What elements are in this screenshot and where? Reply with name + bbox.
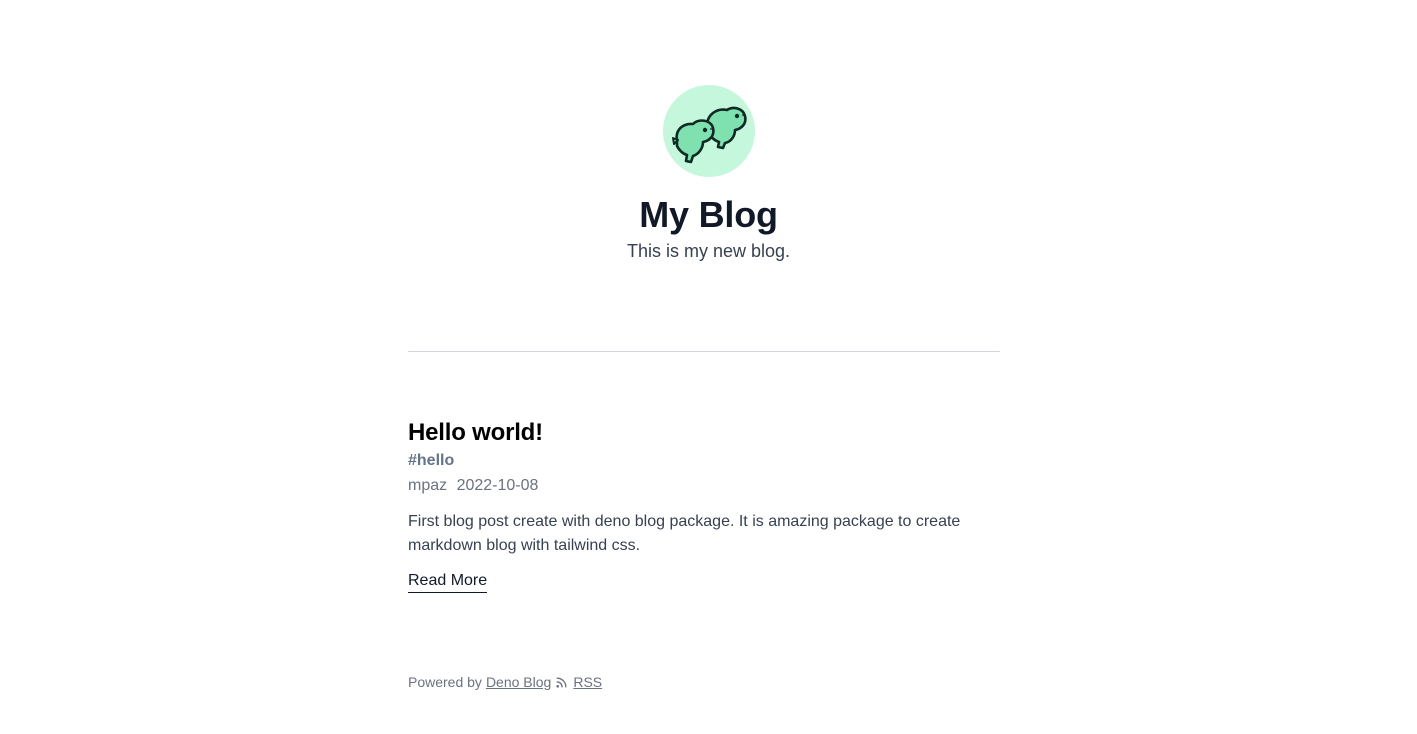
- post-tag[interactable]: #hello: [408, 450, 1000, 472]
- blog-header: My Blog This is my new blog.: [0, 85, 1417, 263]
- site-footer: Powered by Deno Blog RSS: [408, 673, 602, 691]
- post-title[interactable]: Hello world!: [408, 418, 1000, 448]
- deno-blog-link[interactable]: Deno Blog: [486, 673, 551, 691]
- read-more-link[interactable]: Read More: [408, 570, 488, 593]
- post-date: 2022-10-08: [456, 477, 539, 494]
- rss-label: RSS: [573, 674, 603, 690]
- header-divider: [408, 351, 1000, 352]
- powered-by-text: Powered by: [408, 674, 482, 690]
- post-card: Hello world! #hello mpaz 2022-10-08 Firs…: [408, 418, 1000, 593]
- blog-page: My Blog This is my new blog. Hello world…: [0, 0, 1417, 734]
- rss-link[interactable]: RSS: [555, 673, 602, 691]
- avatar: [662, 85, 755, 177]
- post-meta: mpaz 2022-10-08: [408, 474, 1000, 498]
- dino-pair-icon: [671, 106, 747, 164]
- blog-description: This is my new blog.: [626, 241, 791, 261]
- post-author: mpaz: [408, 477, 448, 494]
- blog-title: My Blog: [639, 194, 778, 235]
- post-excerpt: First blog post create with deno blog pa…: [408, 513, 961, 554]
- rss-icon: [556, 677, 567, 688]
